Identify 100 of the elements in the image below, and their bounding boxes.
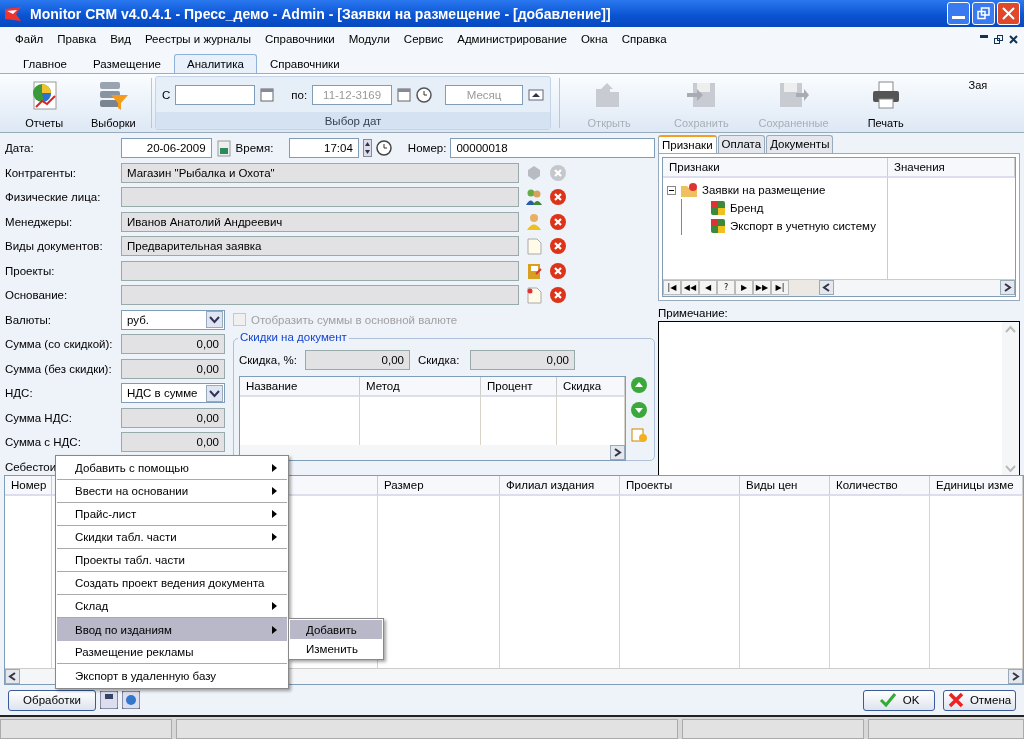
navigator-button[interactable]: ▶| [771, 280, 789, 295]
menu-item[interactable]: Файл [8, 33, 51, 45]
menu-item[interactable]: Реестры и журналы [137, 33, 258, 45]
scroll-left-button[interactable] [819, 280, 834, 295]
expand-icon [528, 88, 545, 101]
lookup-field[interactable] [121, 260, 519, 281]
context-menu-item[interactable]: Добавить с помощью [57, 457, 287, 480]
menu-item[interactable]: Сервис [396, 33, 451, 45]
discount-amount-field[interactable]: 0,00 [470, 350, 575, 370]
collapse-toggle[interactable] [667, 185, 676, 195]
menu-item[interactable]: Окна [573, 33, 615, 45]
submenu-arrow-icon [272, 487, 277, 495]
ribbon-tab[interactable]: Размещение [79, 54, 174, 73]
field-label: Время: [235, 142, 275, 155]
toolbar-button[interactable]: Зая [931, 74, 1024, 132]
document-icon [525, 286, 543, 305]
column-header[interactable]: Название [240, 377, 360, 397]
process-button[interactable]: Обработки [8, 689, 96, 711]
toolbar-button[interactable]: Отчеты [9, 74, 79, 132]
tree-item[interactable]: Заявки на размещение [702, 184, 826, 196]
column-header[interactable]: Номер [5, 476, 52, 496]
context-menu-item[interactable]: Создать проект ведения документа [57, 572, 287, 595]
navigator-button[interactable]: |◀ [663, 280, 681, 295]
document-icon [525, 237, 543, 256]
field-label: Проекты: [5, 264, 56, 277]
folder-icon [680, 182, 698, 198]
context-menu-item[interactable]: Проекты табл. части [57, 549, 287, 572]
context-menu-item[interactable]: Размещение рекламы [57, 641, 287, 664]
amount-field[interactable]: 0,00 [121, 334, 225, 355]
minimize-button[interactable] [947, 2, 970, 25]
lookup-field[interactable]: Предварительная заявка [121, 236, 519, 257]
column-header[interactable]: Процент [481, 377, 557, 397]
restore-button[interactable] [972, 2, 995, 25]
menu-item[interactable]: Справка [614, 33, 674, 45]
ribbon-tab[interactable]: Главное [10, 54, 80, 73]
date-field[interactable]: 20-06-2009 [121, 138, 212, 159]
panel-tab[interactable]: Документы [766, 135, 834, 153]
menu-item[interactable]: Справочники [257, 33, 342, 45]
context-menu-item[interactable]: Ввести на основании [57, 480, 287, 503]
column-header[interactable]: Виды цен [740, 476, 830, 496]
context-menu-item[interactable]: Ввод по изданиям [57, 618, 287, 641]
context-menu-item[interactable]: Добавить [290, 620, 382, 639]
ribbon-tab[interactable]: Аналитика [174, 54, 257, 73]
amount-field[interactable]: 0,00 [121, 407, 225, 428]
lookup-field[interactable]: Иванов Анатолий Андреевич [121, 211, 519, 232]
navigator-button[interactable]: ▶▶ [753, 280, 771, 295]
date-from-field[interactable] [175, 84, 256, 105]
cancel-button[interactable]: Отмена [943, 689, 1016, 711]
context-menu-item[interactable]: Экспорт в удаленную базу [57, 664, 287, 687]
column-header[interactable]: Признаки [663, 158, 888, 178]
tree-item[interactable]: Экспорт в учетную систему [730, 220, 876, 232]
context-menu-item[interactable]: Изменить [290, 639, 382, 658]
scroll-left-button[interactable] [5, 669, 20, 684]
menu-item[interactable]: Правка [50, 33, 104, 45]
context-menu-item[interactable]: Прайс-лист [57, 503, 287, 526]
navigator-button[interactable]: ◀◀ [681, 280, 699, 295]
column-header[interactable]: Единицы изме [930, 476, 1023, 496]
panel-tab[interactable]: Оплата [717, 135, 766, 153]
lookup-field[interactable] [121, 285, 519, 306]
navigator-button[interactable]: ▶ [735, 280, 753, 295]
app-logo-icon [4, 5, 22, 22]
toolbar-button[interactable]: Печать [839, 74, 932, 132]
menu-item[interactable]: Вид [103, 33, 138, 45]
amount-field[interactable]: 0,00 [121, 358, 225, 379]
column-header[interactable]: Скидка [557, 377, 625, 397]
column-header[interactable]: Метод [360, 377, 481, 397]
column-header[interactable]: Филиал издания [500, 476, 620, 496]
field-label: Скидка, %: [239, 354, 298, 366]
column-header[interactable]: Значения [888, 158, 1015, 178]
dropdown-field[interactable]: руб. [121, 309, 225, 330]
navigator-button[interactable]: ? [717, 280, 735, 295]
clear-icon [549, 261, 567, 280]
ok-button[interactable]: OK [863, 689, 935, 711]
number-field[interactable]: 00000018 [450, 138, 655, 159]
navigator-button[interactable]: ◀ [699, 280, 717, 295]
field-label: Сумма с НДС: [5, 436, 82, 449]
note-field[interactable] [658, 321, 1020, 477]
scroll-right-button[interactable] [1000, 280, 1015, 295]
time-field[interactable]: 17:04 [289, 138, 359, 159]
scroll-right-button[interactable] [610, 445, 625, 460]
column-header[interactable]: Размер [378, 476, 500, 496]
close-button[interactable] [997, 2, 1020, 25]
column-header[interactable]: Проекты [620, 476, 740, 496]
amount-field[interactable]: 0,00 [121, 432, 225, 453]
discount-percent-field[interactable]: 0,00 [305, 350, 410, 370]
dropdown-field[interactable]: НДС в сумме [121, 383, 225, 404]
menu-item[interactable]: Администрирование [450, 33, 574, 45]
submenu-arrow-icon [272, 510, 277, 518]
menu-item[interactable]: Модули [341, 33, 397, 45]
scroll-right-button[interactable] [1008, 669, 1023, 684]
panel-tab[interactable]: Признаки [658, 135, 717, 153]
context-menu-item[interactable]: Скидки табл. части [57, 526, 287, 549]
lookup-field[interactable] [121, 187, 519, 208]
column-header[interactable]: Количество [830, 476, 930, 496]
clock-icon [375, 140, 392, 157]
clear-icon [549, 163, 567, 182]
tree-item[interactable]: Бренд [730, 202, 764, 214]
to-label: по: [291, 88, 308, 101]
toolbar-button[interactable]: Выборки [78, 74, 148, 132]
ribbon-tab[interactable]: Справочники [256, 54, 353, 73]
